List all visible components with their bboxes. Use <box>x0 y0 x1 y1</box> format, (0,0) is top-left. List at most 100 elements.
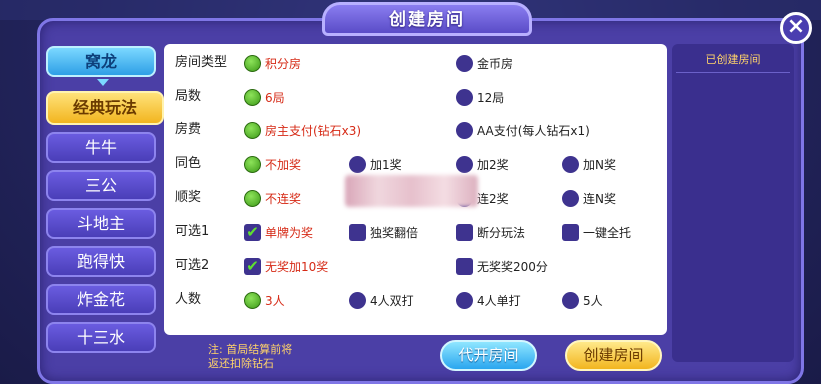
option-label: 一键全托 <box>583 225 632 240</box>
created-rooms-panel: 已创建房间 <box>672 44 794 362</box>
option-label: 5人 <box>583 293 603 308</box>
checkbox-icon <box>349 223 366 241</box>
radio-on-icon <box>244 88 261 106</box>
row-label: 房间类型 <box>175 55 228 70</box>
setting-row-optional-1: 可选1 ✔ 单牌为奖 独奖翻倍 断分玩法 一键全托 <box>164 221 667 243</box>
row-label: 人数 <box>175 292 202 307</box>
refund-note: 注: 首局结算前将 返还扣除钻石 <box>208 343 292 371</box>
option-aa-pays[interactable]: AA支付(每人钻石x1) <box>456 119 590 141</box>
option-label: 积分房 <box>265 56 302 71</box>
sidebar-item-niuniu[interactable]: 牛牛 <box>46 132 156 163</box>
option-solo-bonus-double[interactable]: 独奖翻倍 <box>349 221 418 243</box>
option-label: 不连奖 <box>265 191 302 206</box>
option-straight-n-bonus[interactable]: 连N奖 <box>562 187 616 209</box>
note-line-1: 注: 首局结算前将 <box>208 343 293 356</box>
divider <box>676 72 790 73</box>
radio-off-icon <box>456 54 473 72</box>
option-points-room[interactable]: 积分房 <box>244 52 301 74</box>
option-break-score[interactable]: 断分玩法 <box>456 221 525 243</box>
option-single-card-bonus[interactable]: ✔ 单牌为奖 <box>244 221 313 243</box>
radio-on-icon <box>244 54 261 72</box>
created-rooms-title: 已创建房间 <box>705 53 761 66</box>
setting-row-room-type: 房间类型 积分房 金币房 <box>164 52 667 74</box>
radio-off-icon <box>349 291 366 309</box>
option-no-bonus-plus-10[interactable]: ✔ 无奖加10奖 <box>244 255 328 277</box>
setting-row-rounds: 局数 6局 12局 <box>164 86 667 108</box>
option-label: 断分玩法 <box>477 225 526 240</box>
proxy-open-room-button[interactable]: 代开房间 <box>440 340 537 371</box>
radio-on-icon <box>244 121 261 139</box>
radio-on-icon <box>244 189 261 207</box>
option-label: 12局 <box>477 90 505 105</box>
setting-row-same-suit: 同色 不加奖 加1奖 加2奖 加N奖 <box>164 153 667 175</box>
radio-on-icon <box>244 155 261 173</box>
option-host-pays[interactable]: 房主支付(钻石x3) <box>244 119 361 141</box>
option-no-straight-bonus[interactable]: 不连奖 <box>244 187 301 209</box>
option-6-rounds[interactable]: 6局 <box>244 86 285 108</box>
chevron-down-icon <box>97 79 109 86</box>
option-5-players[interactable]: 5人 <box>562 289 603 311</box>
option-no-bonus-200[interactable]: 无奖奖200分 <box>456 255 548 277</box>
row-label: 可选1 <box>175 224 210 239</box>
sidebar-item-classic[interactable]: 经典玩法 <box>46 91 164 125</box>
option-label: 单牌为奖 <box>265 225 314 240</box>
checkmark-icon: ✔ <box>244 257 261 275</box>
option-label: 6局 <box>265 90 285 105</box>
option-4-players-solo[interactable]: 4人单打 <box>456 289 521 311</box>
option-label: 3人 <box>265 293 285 308</box>
note-line-2: 返还扣除钻石 <box>208 357 274 370</box>
sidebar-item-zhajinhua[interactable]: 炸金花 <box>46 284 156 315</box>
sidebar-item-sangong[interactable]: 三公 <box>46 170 156 201</box>
setting-row-optional-2: 可选2 ✔ 无奖加10奖 无奖奖200分 <box>164 255 667 277</box>
option-3-players[interactable]: 3人 <box>244 289 285 311</box>
row-label: 同色 <box>175 156 202 171</box>
option-auto-play-all[interactable]: 一键全托 <box>562 221 631 243</box>
option-label: 房主支付(钻石x3) <box>265 123 362 138</box>
create-room-button[interactable]: 创建房间 <box>565 340 662 371</box>
option-label: 加1奖 <box>370 157 402 172</box>
radio-off-icon <box>562 189 579 207</box>
option-coin-room[interactable]: 金币房 <box>456 52 513 74</box>
option-label: 不加奖 <box>265 157 302 172</box>
redacted-area <box>345 175 478 207</box>
setting-row-players: 人数 3人 4人双打 4人单打 5人 <box>164 289 667 311</box>
sidebar-item-doudizhu[interactable]: 斗地主 <box>46 208 156 239</box>
setting-row-room-fee: 房费 房主支付(钻石x3) AA支付(每人钻石x1) <box>164 119 667 141</box>
checkbox-icon <box>456 257 473 275</box>
radio-off-icon <box>456 88 473 106</box>
row-label: 局数 <box>175 89 202 104</box>
option-plus-n-bonus[interactable]: 加N奖 <box>562 153 616 175</box>
radio-off-icon <box>456 121 473 139</box>
radio-off-icon <box>562 291 579 309</box>
option-4-players-team[interactable]: 4人双打 <box>349 289 414 311</box>
radio-on-icon <box>244 291 261 309</box>
option-label: 金币房 <box>477 56 514 71</box>
dialog-title: 创建房间 <box>322 2 532 36</box>
option-label: 加2奖 <box>477 157 509 172</box>
row-label: 顺奖 <box>175 190 202 205</box>
option-plus-2-bonus[interactable]: 加2奖 <box>456 153 509 175</box>
checkbox-icon <box>562 223 579 241</box>
radio-off-icon <box>456 291 473 309</box>
row-label: 可选2 <box>175 258 210 273</box>
option-label: 无奖加10奖 <box>265 259 329 274</box>
option-label: 4人双打 <box>370 293 414 308</box>
row-label: 房费 <box>175 122 202 137</box>
option-no-bonus[interactable]: 不加奖 <box>244 153 301 175</box>
checkmark-icon: ✔ <box>244 223 261 241</box>
option-label: 连N奖 <box>583 191 616 206</box>
radio-off-icon <box>349 155 366 173</box>
sidebar-item-shisanshui[interactable]: 十三水 <box>46 322 156 353</box>
option-label: 4人单打 <box>477 293 521 308</box>
option-12-rounds[interactable]: 12局 <box>456 86 504 108</box>
radio-off-icon <box>456 155 473 173</box>
option-label: 独奖翻倍 <box>370 225 419 240</box>
mode-selector[interactable]: 窝龙 <box>46 46 156 77</box>
sidebar-item-paodekuai[interactable]: 跑得快 <box>46 246 156 277</box>
close-icon[interactable]: × <box>780 12 812 44</box>
option-label: AA支付(每人钻石x1) <box>477 123 590 138</box>
option-label: 连2奖 <box>477 191 509 206</box>
option-plus-1-bonus[interactable]: 加1奖 <box>349 153 402 175</box>
option-label: 无奖奖200分 <box>477 259 548 274</box>
game-type-sidebar: 窝龙 经典玩法 牛牛 三公 斗地主 跑得快 炸金花 十三水 <box>46 46 164 360</box>
